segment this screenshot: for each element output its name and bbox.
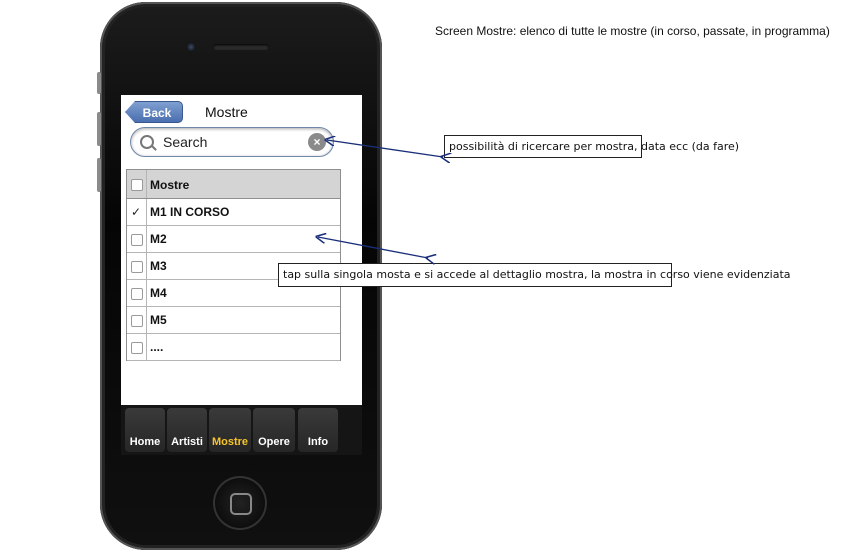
list-arrow	[318, 237, 428, 258]
search-arrow	[327, 140, 443, 157]
annotation-arrows	[0, 0, 868, 552]
